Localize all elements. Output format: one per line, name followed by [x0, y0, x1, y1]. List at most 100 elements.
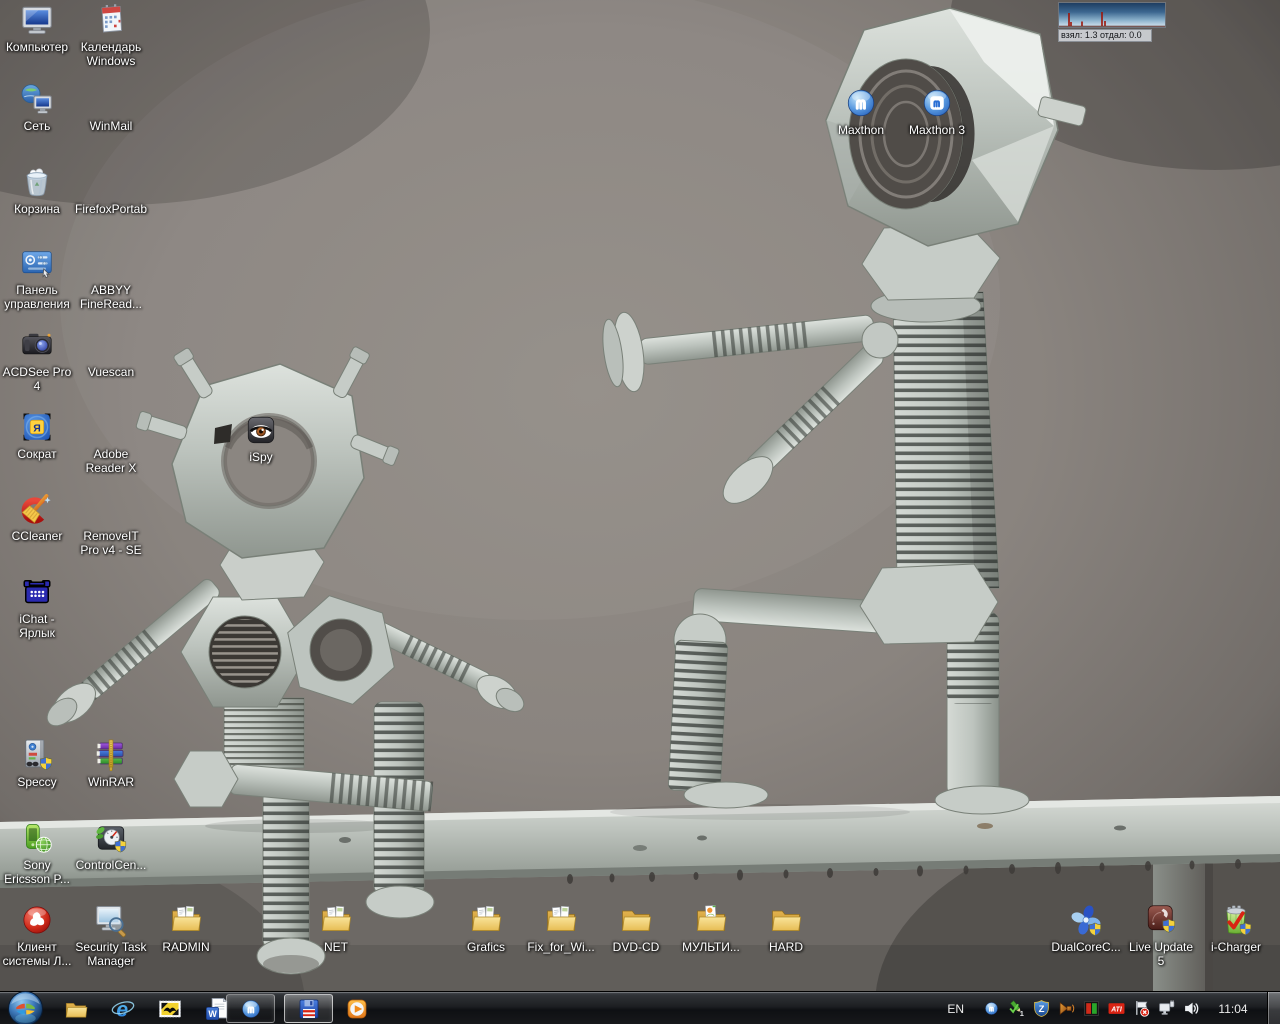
tray-layout-switcher[interactable]: [1083, 1000, 1100, 1017]
desktop-icon-speccy[interactable]: Speccy: [0, 737, 76, 789]
net-traffic-graph: [1058, 2, 1166, 28]
desktop-icon-ccleaner[interactable]: CCleaner: [0, 491, 76, 543]
tray-ati-catalyst[interactable]: [1108, 1000, 1125, 1017]
desktop-icon-label: Календарь Windows: [72, 40, 150, 68]
taskbar-app-media-player[interactable]: [342, 994, 372, 1023]
clock[interactable]: 11:04: [1211, 1002, 1255, 1016]
desktop-icon-radmin-folder[interactable]: RADMIN: [147, 902, 225, 954]
desktop-icon-label: Speccy: [15, 775, 58, 789]
tray-maxthon[interactable]: [983, 1000, 1000, 1017]
language-indicator[interactable]: EN: [943, 1000, 968, 1018]
desktop-icon-adobe-reader[interactable]: Adobe Reader X: [72, 409, 150, 475]
desktop-icon-abbyy-finereader[interactable]: ABBYY FineRead...: [72, 245, 150, 311]
desktop-icon-label: DVD-CD: [611, 940, 662, 954]
desktop-icon-label: iChat - Ярлык: [0, 612, 76, 640]
desktop-icon-image: [18, 902, 56, 938]
desktop-icon-live-update[interactable]: Live Update 5: [1122, 902, 1200, 968]
desktop-icon-label: i-Charger: [1209, 940, 1263, 954]
quicklaunch-explorer[interactable]: [63, 996, 89, 1022]
quick-launch-icon: [110, 996, 136, 1022]
tray-network[interactable]: [1158, 1000, 1175, 1017]
desktop-icon-windows-calendar[interactable]: Календарь Windows: [72, 2, 150, 68]
desktop-icon-winrar[interactable]: WinRAR: [72, 737, 150, 789]
desktop-icon-label: ControlCen...: [74, 858, 149, 872]
desktop-icon-computer[interactable]: Компьютер: [0, 2, 76, 54]
quicklaunch-internet-explorer[interactable]: [110, 996, 136, 1022]
desktop-icon-firefox-portable[interactable]: FirefoxPortab: [72, 164, 150, 216]
desktop-icon-maxthon[interactable]: Maxthon: [822, 85, 900, 137]
tray-zonealarm[interactable]: [1033, 1000, 1050, 1017]
windows-logo-icon: [7, 990, 44, 1024]
desktop-icon-image: [317, 902, 355, 938]
desktop-icon-label: NET: [322, 940, 350, 954]
desktop-icon-image: [767, 902, 805, 938]
taskbar: EN: [0, 991, 1280, 1024]
start-button[interactable]: [7, 990, 44, 1024]
desktop-icon-image: [18, 164, 56, 200]
tray-action-center[interactable]: [1133, 1000, 1150, 1017]
desktop-icon-grafics-folder[interactable]: Grafics: [447, 902, 525, 954]
tray-icon-image: [1008, 1000, 1025, 1017]
tray-audio-horn[interactable]: [1058, 1000, 1075, 1017]
desktop-icon-hard-folder[interactable]: HARD: [747, 902, 825, 954]
desktop-icon-ispy[interactable]: iSpy: [222, 412, 300, 464]
desktop-icon-maxthon3[interactable]: Maxthon 3: [898, 85, 976, 137]
taskbar-app-floppy[interactable]: [284, 994, 333, 1023]
desktop-icon-security-task-manager[interactable]: Security Task Manager: [72, 902, 150, 968]
desktop-icon-image: [18, 245, 56, 281]
desktop-icon-image: [18, 574, 56, 610]
tray-icon-image: [1058, 1000, 1075, 1017]
desktop-icon-vuescan[interactable]: Vuescan: [72, 327, 150, 379]
desktop-icon-label: ACDSee Pro 4: [0, 365, 76, 393]
desktop-icon-recycle-bin[interactable]: Корзина: [0, 164, 76, 216]
desktop-icon-ichat[interactable]: iChat - Ярлык: [0, 574, 76, 640]
desktop-icon-network[interactable]: Сеть: [0, 81, 76, 133]
desktop-icon-image: [92, 737, 130, 773]
desktop-icon-acdsee[interactable]: ACDSee Pro 4: [0, 327, 76, 393]
desktop-icon-image: [18, 81, 56, 117]
desktop-icon-multi-folder[interactable]: МУЛЬТИ...: [672, 902, 750, 954]
desktop-icon-image: [92, 820, 130, 856]
desktop-icon-label: Grafics: [465, 940, 507, 954]
desktop-icon-image: [18, 820, 56, 856]
desktop-icon-removeit-pro[interactable]: RemoveIT Pro v4 - SE: [72, 491, 150, 557]
desktop-icon-dualcore-center[interactable]: DualCoreC...: [1047, 902, 1125, 954]
taskbar-app-icon: [297, 997, 321, 1021]
desktop-icon-image: [242, 412, 280, 448]
desktop-icon-image: [18, 2, 56, 38]
show-desktop-button[interactable]: [1267, 992, 1280, 1024]
desktop-icon-lan-client[interactable]: Клиент системы Л...: [0, 902, 76, 968]
desktop-icon-image: [617, 902, 655, 938]
desktop-icon-image: [92, 164, 130, 200]
desktop-icon-fix-folder[interactable]: Fix_for_Wi...: [522, 902, 600, 954]
tray-icon-image: [1108, 1000, 1125, 1017]
desktop-icon-label: CCleaner: [10, 529, 65, 543]
taskbar-app-maxthon[interactable]: [226, 994, 275, 1023]
tray-icon-image: [1033, 1000, 1050, 1017]
tray-icon-image: [1158, 1000, 1175, 1017]
desktop-icon-label: Live Update 5: [1122, 940, 1200, 968]
desktop-icon-net-folder[interactable]: NET: [297, 902, 375, 954]
desktop-icon-label: DualCoreC...: [1049, 940, 1122, 954]
desktop-icon-control-panel[interactable]: Панель управления: [0, 245, 76, 311]
quick-launch-icon: [63, 996, 89, 1022]
desktop-icon-control-center[interactable]: ControlCen...: [72, 820, 150, 872]
desktop-icon-i-charger[interactable]: i-Charger: [1197, 902, 1275, 954]
quicklaunch-the-bat[interactable]: [157, 996, 183, 1022]
desktop-icon-sokrat[interactable]: Сократ: [0, 409, 76, 461]
tray-icon-image: [1083, 1000, 1100, 1017]
desktop-icon-label: Корзина: [12, 202, 62, 216]
net-traffic-widget[interactable]: взял: 1.3 отдал: 0.0: [1058, 2, 1166, 42]
desktop-icon-dvdcd-folder[interactable]: DVD-CD: [597, 902, 675, 954]
desktop-icon-label: МУЛЬТИ...: [680, 940, 742, 954]
desktop-icon-image: [692, 902, 730, 938]
tray-icon-image: [983, 1000, 1000, 1017]
desktop-icon-sony-ericsson[interactable]: Sony Ericsson P...: [0, 820, 76, 886]
desktop-icon-winmail[interactable]: WinMail: [72, 81, 150, 133]
desktop-icon-label: FirefoxPortab: [73, 202, 149, 216]
tray-downloader[interactable]: [1008, 1000, 1025, 1017]
desktop-icon-image: [92, 81, 130, 117]
tray-volume[interactable]: [1183, 1000, 1200, 1017]
desktop-icon-image: [18, 737, 56, 773]
desktop-icon-label: Maxthon 3: [907, 123, 967, 137]
